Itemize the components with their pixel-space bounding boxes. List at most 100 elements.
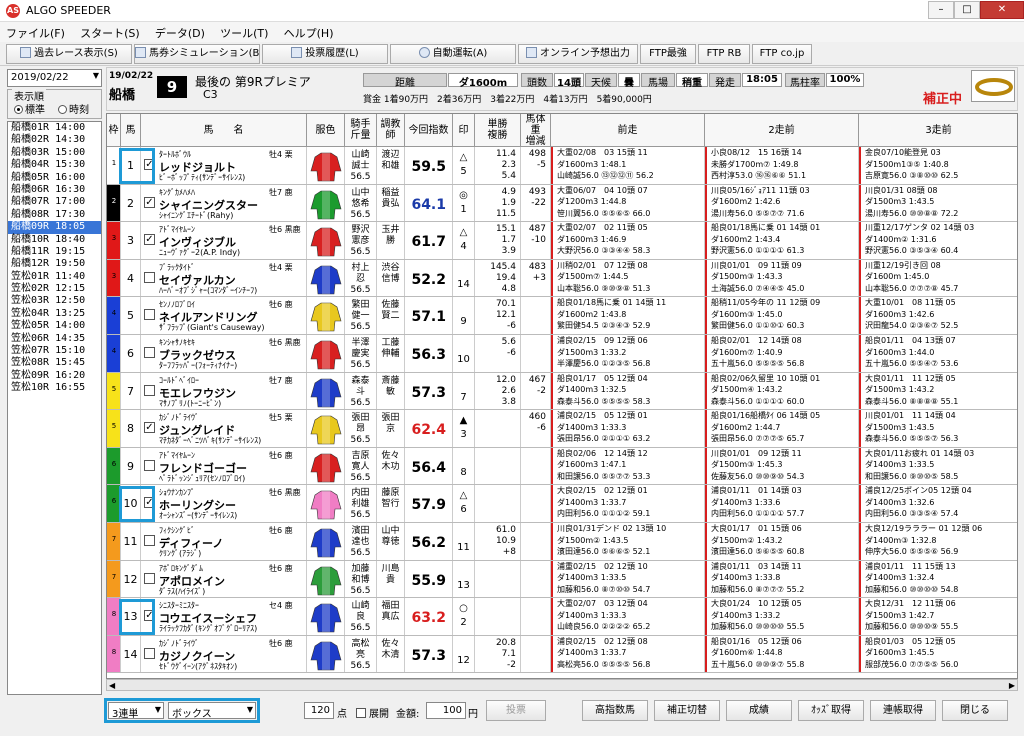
menu-file[interactable]: ファイル(F) bbox=[0, 22, 71, 44]
race-list-item[interactable]: 船橋10R 18:40 bbox=[8, 234, 101, 246]
race-list-item[interactable]: 船橋07R 17:00 bbox=[8, 196, 101, 208]
correction-toggle-button[interactable]: 補正切替 bbox=[654, 700, 720, 721]
bet-simulation-button[interactable]: 馬券シミュレーション(B) bbox=[134, 44, 260, 64]
previous-race-1[interactable]: 大良02/15 02 12頭 01 ダ1400m3 1:33.7 内田利56.0 ①… bbox=[551, 485, 705, 522]
date-select[interactable]: 2019/02/22 ▼ bbox=[7, 69, 102, 87]
race-list-item[interactable]: 船橋06R 16:30 bbox=[8, 184, 101, 196]
table-row[interactable]: 2 2 ✓ ｷﾝｸﾞｶﾒﾊﾒﾊ シャイニングスター ｼｬｲﾆﾝｸﾞｴﾁｰﾄﾞ(Rahy) 牡… bbox=[107, 184, 1017, 223]
race-list-item[interactable]: 笠松10R 16:55 bbox=[8, 382, 101, 394]
table-row[interactable]: 4 6 ｷﾝｼｬｻﾉｷｾｷ ブラックゼウス ﾀｰﾌﾌﾗｯﾊﾟｰ(ﾌｫｰﾃｨﾅｲﾅｰ) 牡6… bbox=[107, 335, 1017, 373]
previous-race-1[interactable]: 川良01/31デンド 02 13頭 10 ダ1500m② 1:43.5 濱田達56.… bbox=[551, 523, 705, 560]
horizontal-scrollbar[interactable]: ◀ ▶ bbox=[106, 679, 1018, 691]
previous-race-1[interactable]: 浦良02/15 02 12頭 08 ダ1400m3 1:33.7 高松亮56.0 ⑤… bbox=[551, 635, 705, 673]
table-row[interactable]: 5 8 ✓ ｶｼﾞﾉﾄﾞﾗｲｳﾞ ジュングレイド ﾏﾁｶﾈﾀﾞｰﾍﾞﾆﾂﾊﾞｷ(ｻﾝﾃﾞｰ… bbox=[107, 410, 1017, 448]
race-list-item[interactable]: 笠松08R 15:45 bbox=[8, 357, 101, 369]
horse-select-checkbox[interactable] bbox=[144, 271, 155, 283]
previous-race-2[interactable]: 浦良01/11 03 14頭 11 ダ1400m3 1:33.8 加藤和56.0 ⑧… bbox=[705, 560, 859, 598]
expand-checkbox[interactable]: 展開 bbox=[356, 705, 389, 720]
race-list[interactable]: 船橋01R 14:00 船橋02R 14:30 船橋03R 15:00 船橋04R 1… bbox=[7, 121, 102, 695]
previous-race-3[interactable]: 川良01/01 11 14頭 04 ダ1500m3 1:43.5 森泰斗56.0 ⑤… bbox=[859, 410, 1017, 447]
ftp-rb-button[interactable]: FTP RB bbox=[698, 44, 750, 64]
previous-race-1[interactable]: 川稍02/01 07 12頭 08 ダ1500m⑦ 1:44.5 山本聡56.0 ⑨… bbox=[551, 259, 705, 297]
previous-race-1[interactable]: 大重06/07 04 10頭 07 ダ1200m3 1:44.8 笹川翼56.0 ⑤… bbox=[551, 184, 705, 222]
previous-race-1[interactable]: 大重02/07 02 11頭 05 ダ1600m3 1:46.9 大野沢56.0 ③… bbox=[551, 222, 705, 259]
race-list-item[interactable]: 船橋04R 15:30 bbox=[8, 159, 101, 171]
menu-start[interactable]: スタート(S) bbox=[74, 22, 146, 44]
menu-data[interactable]: データ(D) bbox=[149, 22, 211, 44]
previous-race-2[interactable]: 船良02/06久留里 10 10頭 01 ダ1500m④ 1:43.2 森泰斗56.… bbox=[705, 372, 859, 410]
race-list-item[interactable]: 笠松03R 12:50 bbox=[8, 295, 101, 307]
previous-race-2[interactable]: 川良05/16ｼﾞｮｱ11 11頭 03 ダ1600m2 1:42.6 湯川寿56.… bbox=[705, 184, 859, 222]
horse-select-checkbox[interactable] bbox=[144, 309, 155, 321]
table-row[interactable]: 5 7 ｺｰﾙﾄﾞﾍﾞｲﾛｰ モエレフウジン ﾏｻﾉﾌﾟﾘﾉ(ﾄｰﾆｰﾋﾞﾝ) 牡7 鹿森… bbox=[107, 372, 1017, 411]
close-button[interactable]: ✕ bbox=[980, 1, 1024, 19]
previous-race-1[interactable]: 船良01/18馬に乗 01 14頭 11 ダ1600m2 1:43.8 繁田健54.… bbox=[551, 297, 705, 334]
table-row[interactable]: 3 3 ✓ ｱﾄﾞﾏｲﾔﾑｰﾝ インヴィジブル ﾆｭｰｳﾞｧｸﾞｰ2(A.P. Indy)… bbox=[107, 222, 1017, 260]
horse-select-checkbox[interactable] bbox=[144, 347, 155, 358]
table-row[interactable]: 7 12 ｱﾎﾟﾛｷﾝｸﾞﾀﾞﾑ アポロメイン ﾀﾞﾗｽ(ﾊｲﾗｲｽﾞ) 牡6 鹿加藤 和… bbox=[107, 560, 1017, 599]
race-list-item[interactable]: 船橋05R 16:00 bbox=[8, 172, 101, 184]
renpaku-fetch-button[interactable]: 連帳取得 bbox=[870, 700, 936, 721]
previous-race-3[interactable]: 大重10/01 08 11頭 05 ダ1600m3 1:42.6 沢田龍54.0 ②… bbox=[859, 297, 1017, 334]
previous-race-1[interactable]: 大重02/08 03 15頭 11 ダ1600m3 1:48.1 山崎誠56.0 ⑬… bbox=[551, 147, 705, 184]
previous-race-2[interactable]: 大良01/24 10 12頭 05 ダ1400m3 1:33.2 加藤和56.0 ⑩… bbox=[705, 598, 859, 635]
vote-history-button[interactable]: 投票履歴(L) bbox=[262, 44, 388, 64]
amount-input[interactable]: 100 bbox=[426, 702, 466, 719]
previous-race-1[interactable]: 浦良02/15 09 12頭 06 ダ1500m3 1:33.2 半澤慶56.0 ①… bbox=[551, 335, 705, 372]
previous-race-2[interactable]: 船良02/01 12 14頭 08 ダ1600m⑦ 1:40.9 五十嵐56.0 ⑤… bbox=[705, 335, 859, 372]
previous-race-3[interactable]: 金良07/10能登見 03 ダ1500m1③⑤ 1:40.8 吉原寛56.0 ③⑧⑩… bbox=[859, 147, 1017, 184]
race-list-item[interactable]: 笠松09R 16:20 bbox=[8, 370, 101, 382]
high-index-button[interactable]: 高指数馬 bbox=[582, 700, 648, 721]
race-list-item[interactable]: 笠松05R 14:00 bbox=[8, 320, 101, 332]
previous-race-3[interactable]: 大良01/11 11 12頭 05 ダ1500m3 1:43.2 森泰斗56.0 ⑧… bbox=[859, 372, 1017, 410]
previous-race-2[interactable]: 小良08/12 15 16頭 14 未勝ダ1700m⑦ 1:49.8 西村淳53.0… bbox=[705, 147, 859, 184]
horse-select-checkbox[interactable] bbox=[144, 384, 155, 396]
race-list-item[interactable]: 船橋08R 17:30 bbox=[8, 209, 101, 221]
race-list-item[interactable]: 船橋01R 14:00 bbox=[8, 122, 101, 134]
table-row[interactable]: 3 4 ﾌﾞﾗｯｸﾀｲﾄﾞ セイヴァルカン ﾊｰﾊﾞｰｵﾌﾞｼﾞｬｰ(ｺﾏﾝﾀﾞｰｲﾝﾁ… bbox=[107, 259, 1017, 298]
close-dialog-button[interactable]: 閉じる bbox=[942, 700, 1008, 721]
menu-help[interactable]: ヘルプ(H) bbox=[278, 22, 340, 44]
odds-fetch-button[interactable]: ｵｯｽﾞ取得 bbox=[798, 700, 864, 721]
table-row[interactable]: 8 14 ｶｼﾞﾉﾄﾞﾗｲｳﾞ カジノクイーン ｾﾄﾞｳｸﾞｲｰﾝ(ｱｸﾞﾈｽﾀｷｵﾝ)… bbox=[107, 635, 1017, 674]
previous-race-3[interactable]: 川重12/17ゲンタ 02 14頭 03 ダ1400m② 1:31.6 野沢憲56.… bbox=[859, 222, 1017, 259]
table-row[interactable]: 6 9 ｱﾄﾞﾏｲﾔﾑｰﾝ フレンドゴーゴー ﾍﾟﾗﾄﾞｯﾝｼﾞｭﾘｱ(ｾﾝﾉﾛﾌﾞﾛｲ… bbox=[107, 447, 1017, 486]
menu-tools[interactable]: ツール(T) bbox=[214, 22, 274, 44]
horse-select-checkbox[interactable]: ✓ bbox=[144, 422, 155, 434]
horse-select-checkbox[interactable] bbox=[144, 535, 155, 546]
maximize-button[interactable]: □ bbox=[954, 1, 980, 19]
previous-race-1[interactable]: 大重02/07 03 12頭 04 ダ1400m3 1:33.3 山崎良56.0 ②… bbox=[551, 598, 705, 635]
table-row[interactable]: 6 10 ✓ ｼｮｳﾅﾝｶﾝﾌﾟ ホーリングシー ｵｰｼｬﾝｽﾞｰ(ｻﾝﾃﾞｰｻｲﾚﾝｽ)… bbox=[107, 485, 1017, 523]
previous-race-1[interactable]: 船良02/06 12 14頭 12 ダ1600m3 1:47.1 和田譲56.0 ⑤… bbox=[551, 447, 705, 485]
previous-race-1[interactable]: 船良01/17 05 12頭 04 ダ1400m3 1:32.5 森泰斗56.0 ⑤… bbox=[551, 372, 705, 410]
horse-select-checkbox[interactable] bbox=[144, 459, 155, 471]
previous-race-3[interactable]: 大良12/31 12 11頭 06 ダ1500m3 1:42.7 加藤和56.0 ⑩… bbox=[859, 598, 1017, 635]
scroll-right-icon[interactable]: ▶ bbox=[1009, 681, 1015, 690]
table-row[interactable]: 1 1 ✓ ﾀｰﾄﾙﾎﾞｳﾙ レッドジョルト ﾋﾞｰﾎﾞｯﾌﾟﾃｨ(ｻﾝﾃﾞｰｻｲﾚﾝｽ)… bbox=[107, 147, 1017, 185]
vote-button[interactable]: 投票 bbox=[486, 700, 546, 721]
auto-run-button[interactable]: 自動運転(A) bbox=[390, 44, 516, 64]
race-list-item[interactable]: 笠松07R 15:10 bbox=[8, 345, 101, 357]
previous-race-3[interactable]: 大良01/11お疲れ 01 14頭 03 ダ1400m3 1:33.5 和田譲56.… bbox=[859, 447, 1017, 485]
table-row[interactable]: 8 13 ✓ ｼﾆｽﾀｰﾐﾆｽﾀｰ コウエイスーシェフ ﾗｲﾗｯｸﾌｶﾀﾞ(ｷﾝｸﾞｵﾌﾞ… bbox=[107, 598, 1017, 636]
previous-race-2[interactable]: 船良01/18馬に乗 01 14頭 01 ダ1600m2 1:43.4 野沢憲56.… bbox=[705, 222, 859, 259]
previous-race-3[interactable]: 川良01/31 08頭 08 ダ1500m3 1:43.5 湯川寿56.0 ⑩⑩⑧⑧… bbox=[859, 184, 1017, 222]
previous-race-2[interactable]: 大良01/17 01 15頭 06 ダ1500m② 1:43.2 濱田達56.0 ⑤… bbox=[705, 523, 859, 560]
previous-race-3[interactable]: 浦良01/11 11 15頭 13 ダ1400m3 1:32.4 加藤和56.0 ⑩… bbox=[859, 560, 1017, 598]
race-list-item[interactable]: 笠松04R 13:25 bbox=[8, 308, 101, 320]
ftp-best-button[interactable]: FTP最強 bbox=[640, 44, 696, 64]
previous-race-2[interactable]: 川良01/01 09 12頭 11 ダ1500m③ 1:45.3 佐藤友56.0 ⑩… bbox=[705, 447, 859, 485]
table-row[interactable]: 4 5 ｾﾝﾉﾉﾛﾌﾞﾛｲ ネイルアンドリング ｻﾞﾌﾗｯﾌﾟ(Giant's Caus… bbox=[107, 297, 1017, 335]
table-row[interactable]: 7 11 ﾌｨｸｼﾝｸﾞﾋﾞ ディフィーノ ｸﾘﾝｸﾞ(ｱﾗｼﾞ) 牡6 鹿濱田 達也 5… bbox=[107, 523, 1017, 561]
horse-select-checkbox[interactable]: ✓ bbox=[144, 234, 155, 246]
horse-select-checkbox[interactable]: ✓ bbox=[144, 196, 155, 208]
scroll-left-icon[interactable]: ◀ bbox=[109, 681, 115, 690]
previous-race-3[interactable]: 浦良12/25ポイン05 12頭 04 ダ1400m3 1:32.6 内田利56.0… bbox=[859, 485, 1017, 522]
previous-race-3[interactable]: 大良12/19ラララー 01 12頭 06 ダ1400m③ 1:32.8 伸序大56… bbox=[859, 523, 1017, 560]
online-forecast-button[interactable]: オンライン予想出力 bbox=[518, 44, 638, 64]
previous-race-1[interactable]: 浦重02/15 02 12頭 10 ダ1400m3 1:33.5 加藤和56.0 ⑧… bbox=[551, 560, 705, 598]
sort-standard-radio[interactable]: 標準 bbox=[14, 101, 45, 116]
race-list-item[interactable]: 船橋09R 18:05 bbox=[8, 221, 101, 234]
ftp-cojp-button[interactable]: FTP co.jp bbox=[752, 44, 812, 64]
race-list-item[interactable]: 船橋11R 19:15 bbox=[8, 246, 101, 258]
